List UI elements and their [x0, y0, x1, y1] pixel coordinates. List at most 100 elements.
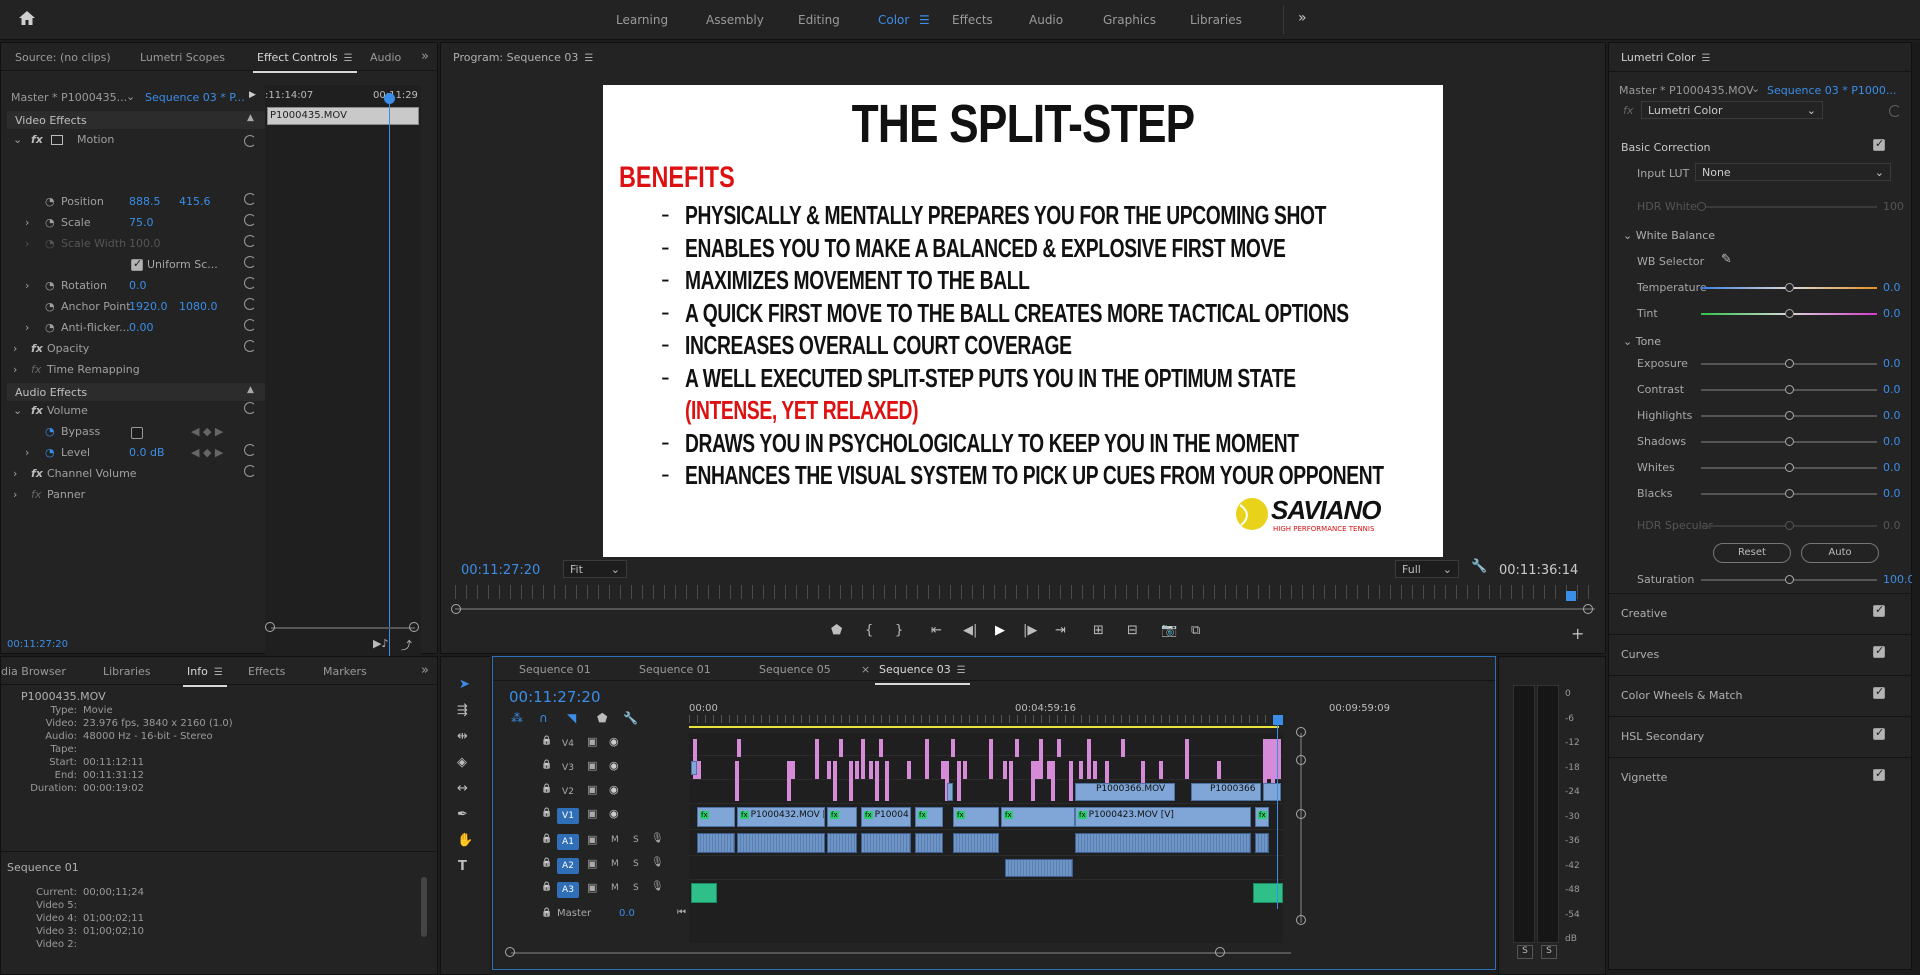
filter-audio-icon[interactable]: ▶♪ [373, 637, 388, 650]
stopwatch-icon[interactable]: ◔ [45, 216, 55, 229]
audio-clip[interactable] [915, 833, 943, 853]
graphic-clip[interactable] [815, 739, 819, 779]
tab-sequence-05[interactable]: Sequence 05 [759, 663, 831, 676]
timeline-tracks[interactable]: P1000366.MOV P1000366 fx fx P1000432.MOV [V f… [689, 719, 1283, 943]
more-tabs-icon[interactable]: » [421, 49, 429, 64]
add-marker-icon[interactable]: ⬟ [597, 711, 607, 725]
vzoom-handle-mid[interactable] [1296, 755, 1306, 765]
tone-slider[interactable] [1701, 437, 1877, 446]
program-scroll-left-handle[interactable] [451, 604, 461, 614]
transform-icon[interactable] [51, 135, 63, 145]
video-clip[interactable]: fx P1000423.MOV [V] [1075, 807, 1251, 827]
track-target[interactable]: A3 [557, 882, 579, 898]
go-to-out-icon[interactable]: ⇥ [1055, 623, 1066, 638]
section-checkbox[interactable] [1873, 644, 1885, 658]
video-clip[interactable]: P1000366.MOV [1075, 783, 1175, 801]
mini-scrollbar[interactable] [271, 627, 415, 629]
track-target[interactable]: V4 [557, 736, 579, 752]
snap-icon[interactable]: ∩ [539, 711, 548, 725]
workspace-learning[interactable]: Learning [616, 13, 668, 27]
expand-icon[interactable]: › [13, 488, 17, 501]
section-checkbox[interactable] [1873, 603, 1885, 617]
graphic-clip[interactable] [989, 739, 993, 779]
export-frame-icon[interactable]: ⤴ [401, 637, 412, 653]
white-balance-header[interactable]: ⌄ White Balance [1623, 229, 1715, 242]
workspace-color[interactable]: Color [878, 13, 909, 27]
ripple-edit-tool-icon[interactable]: ⇹ [457, 729, 468, 744]
track-header-a1[interactable]: 🔒 A1 ▣ M S 🎙 [493, 831, 683, 853]
graphic-clip[interactable] [869, 761, 873, 779]
video-clip[interactable]: fx [1255, 807, 1269, 827]
panner-row[interactable]: › fx Panner [1, 488, 259, 508]
section-checkbox[interactable] [1873, 767, 1885, 781]
tab-sequence-01b[interactable]: Sequence 01 [639, 663, 711, 676]
play-icon[interactable]: ▶ [995, 623, 1005, 638]
tab-sequence-01[interactable]: Sequence 01 [519, 663, 591, 676]
workspace-assembly[interactable]: Assembly [706, 13, 764, 27]
chevron-down-icon[interactable]: ⌄ [1751, 82, 1760, 95]
audio-clip[interactable] [953, 833, 999, 853]
add-button-icon[interactable]: + [1571, 624, 1584, 643]
basic-correction-header[interactable]: Basic Correction [1621, 141, 1711, 154]
tone-value[interactable]: 0.0 [1883, 487, 1901, 500]
lumetri-sequence-label[interactable]: Sequence 03 * P1000... [1767, 84, 1896, 97]
graphic-clip[interactable] [1121, 739, 1125, 757]
expand-icon[interactable]: › [13, 467, 17, 480]
expand-icon[interactable]: › [25, 446, 29, 459]
tab-info[interactable]: Info ☰ [183, 665, 227, 687]
tone-value[interactable]: 0.0 [1883, 357, 1901, 370]
lumetri-master-label[interactable]: Master * P1000435.MOV [1619, 84, 1754, 97]
reset-scale-icon[interactable] [244, 214, 256, 226]
uniform-scale-checkbox[interactable] [131, 257, 143, 271]
lock-icon[interactable]: 🔒 [541, 736, 552, 746]
expand-icon[interactable]: ⌄ [13, 404, 22, 417]
chevron-down-icon[interactable]: ⌄ [126, 90, 135, 103]
track-header-a3[interactable]: 🔒 A3 ▣ M S 🎙 [493, 879, 683, 901]
nest-icon[interactable]: ⁂ [511, 711, 523, 725]
video-clip[interactable]: fx [827, 807, 857, 827]
reset-rotation-icon[interactable] [244, 277, 256, 289]
tone-header[interactable]: ⌄ Tone [1623, 335, 1661, 348]
play-only-icon[interactable]: ▶ [249, 90, 256, 100]
sequence-clip-label[interactable]: Sequence 03 * P... [145, 91, 245, 104]
lock-icon[interactable]: 🔒 [541, 882, 552, 892]
lumetri-section-header[interactable]: Creative [1621, 607, 1667, 620]
graphic-clip[interactable] [879, 739, 883, 757]
razor-tool-icon[interactable]: ◈ [457, 755, 467, 770]
workspace-libraries[interactable]: Libraries [1190, 13, 1242, 27]
graphic-clip[interactable] [827, 761, 831, 779]
reset-motion-icon[interactable] [244, 135, 256, 147]
scroll-up-icon[interactable]: ▲ [247, 113, 254, 123]
master-clip-label[interactable]: Master * P1000435... [11, 91, 127, 104]
stopwatch-icon[interactable]: ◔ [45, 425, 55, 438]
solo-right-button[interactable]: S [1541, 945, 1557, 959]
slider-knob[interactable] [1785, 283, 1794, 292]
expand-icon[interactable]: › [25, 216, 29, 229]
video-clip[interactable] [1263, 783, 1281, 801]
position-x-value[interactable]: 888.5 [129, 195, 161, 208]
panel-menu-icon[interactable]: ☰ [957, 665, 966, 676]
tab-source[interactable]: Source: (no clips) [15, 51, 111, 64]
audio-clip[interactable] [1255, 833, 1269, 853]
microphone-icon[interactable]: 🎙 [651, 857, 664, 868]
go-to-in-icon[interactable]: ⇤ [931, 623, 942, 638]
microphone-icon[interactable]: 🎙 [651, 881, 664, 892]
graphic-clip[interactable] [791, 761, 795, 779]
section-checkbox[interactable] [1873, 685, 1885, 699]
timeline-ruler[interactable] [689, 715, 1279, 723]
video-frame[interactable]: THE SPLIT-STEP BENEFITS - PHYSICALLY & ME… [603, 85, 1443, 557]
playhead-handle[interactable] [1273, 715, 1283, 725]
tab-sequence-03[interactable]: Sequence 03 ☰ [875, 663, 970, 685]
stopwatch-icon[interactable]: ◔ [45, 321, 55, 334]
track-target[interactable]: A1 [557, 834, 579, 850]
panel-menu-icon[interactable]: ☰ [584, 53, 593, 64]
track-header-v3[interactable]: 🔒 V3 ▣ ◉ [493, 757, 683, 779]
program-scroll-right-handle[interactable] [1583, 604, 1593, 614]
audio-clip[interactable] [1253, 883, 1283, 903]
time-remap-row[interactable]: › fx Time Remapping [1, 363, 259, 383]
reset-position-icon[interactable] [244, 193, 256, 205]
lumetri-section-header[interactable]: Color Wheels & Match [1621, 689, 1743, 702]
mini-scroll-left-handle[interactable] [265, 622, 275, 632]
tone-slider[interactable] [1701, 463, 1877, 472]
lumetri-section-header[interactable]: Vignette [1621, 771, 1667, 784]
